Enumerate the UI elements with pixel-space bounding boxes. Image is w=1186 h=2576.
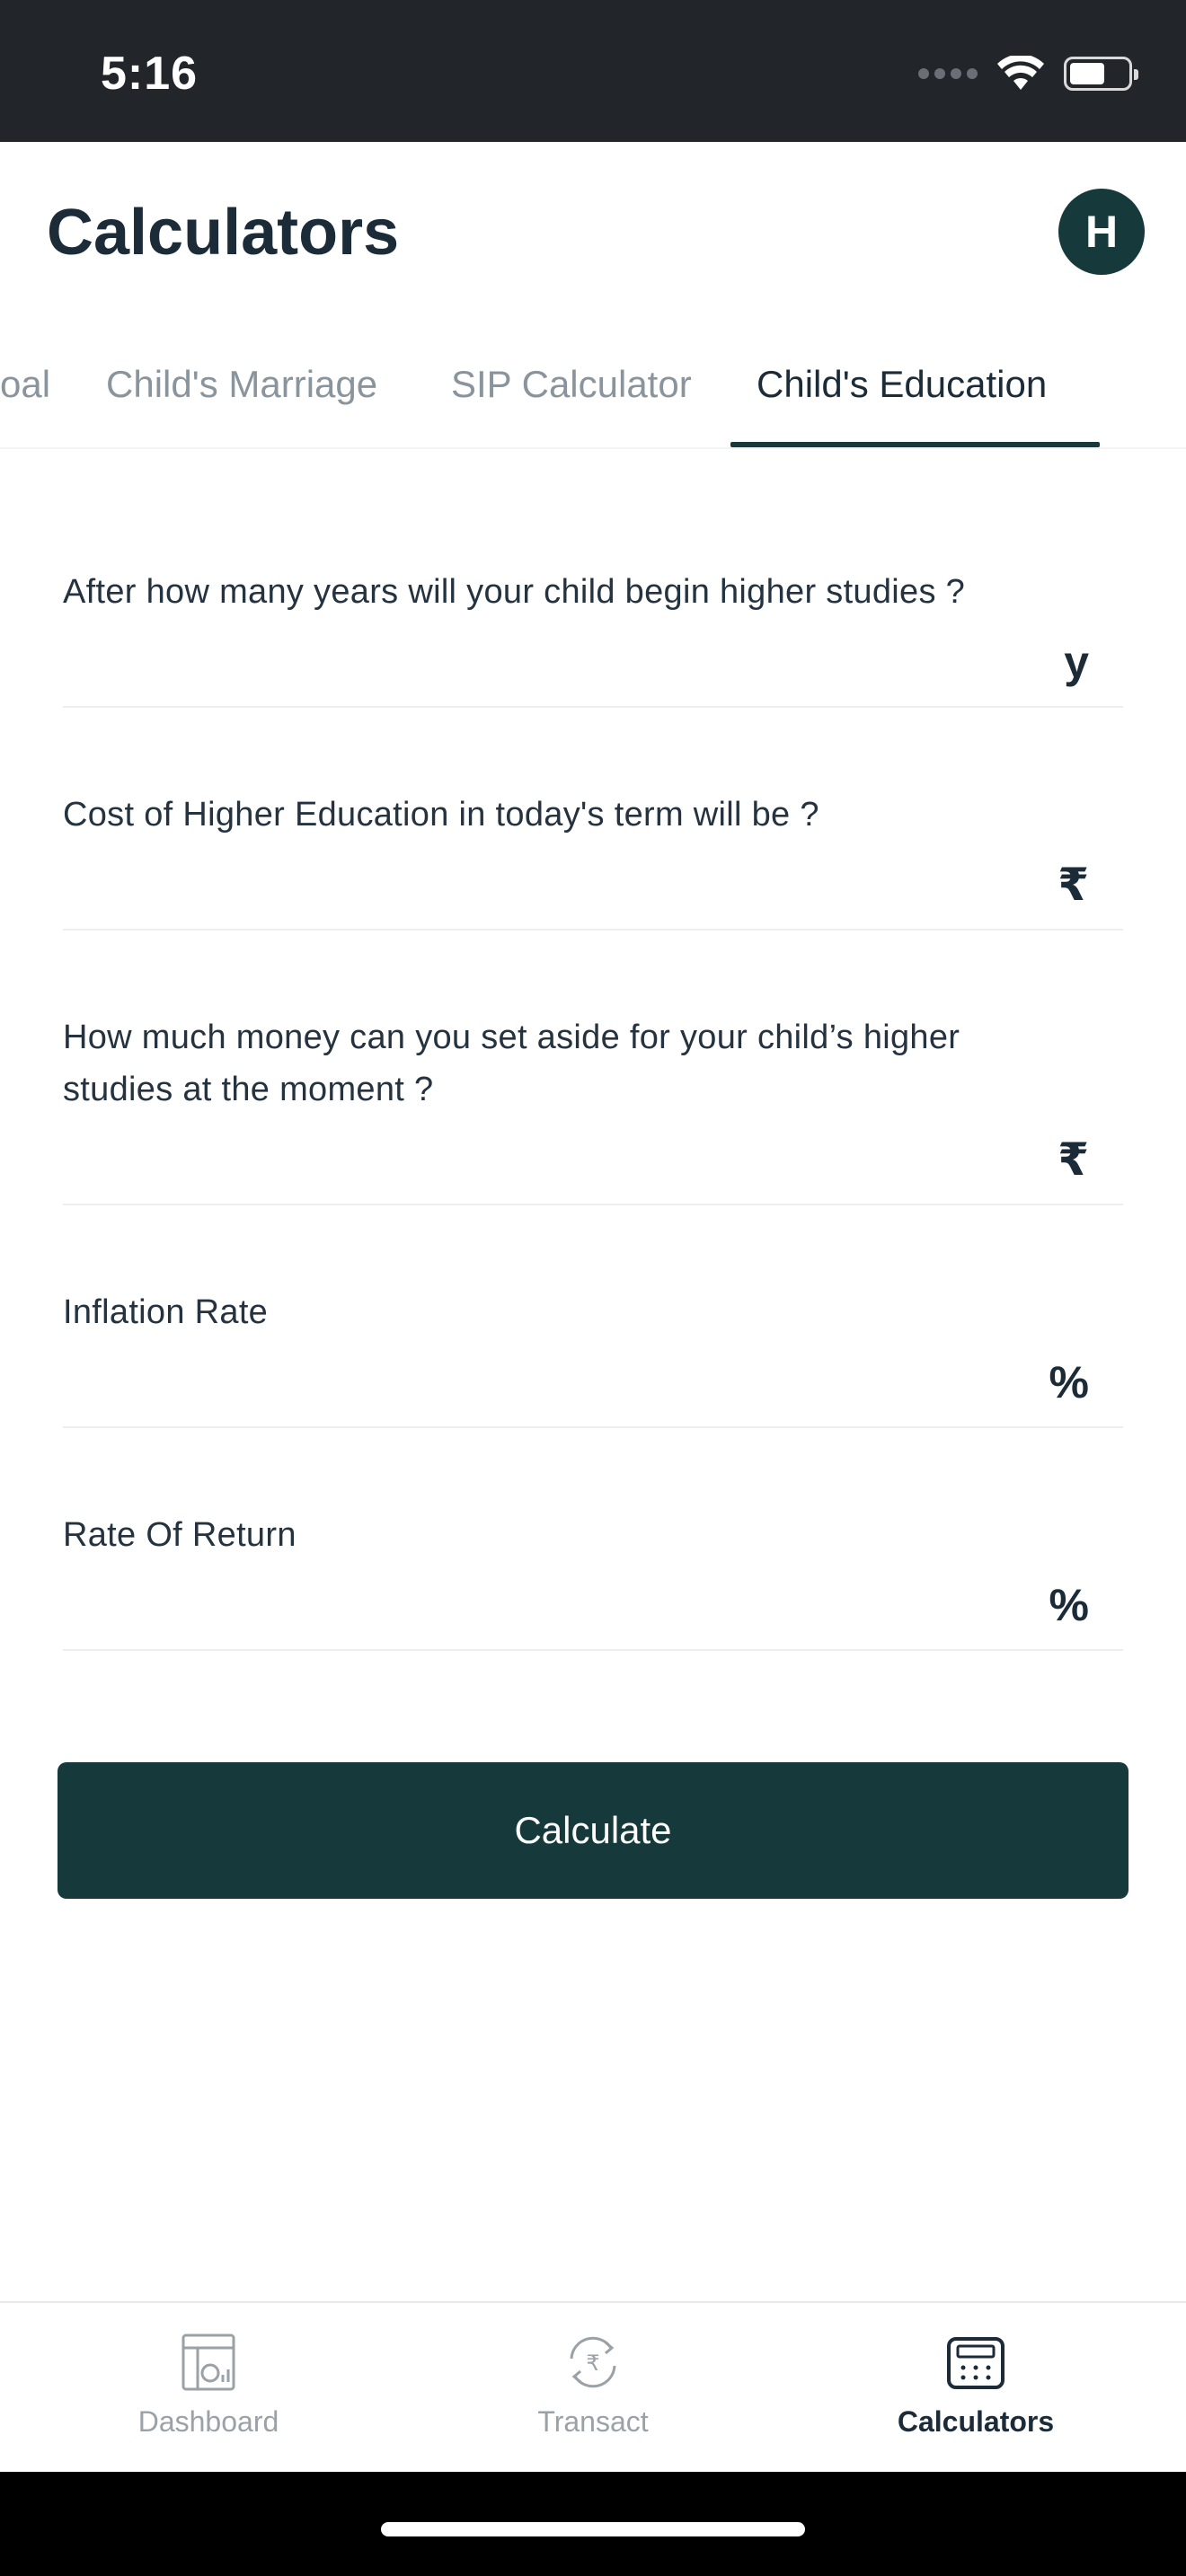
status-time: 5:16 xyxy=(101,48,199,100)
svg-text:₹: ₹ xyxy=(586,2351,599,2376)
field-label: Cost of Higher Education in today's term… xyxy=(63,796,819,834)
years-input[interactable] xyxy=(63,643,1042,697)
wifi-icon xyxy=(997,56,1044,90)
tab-goal[interactable]: oal xyxy=(0,350,50,446)
battery-icon xyxy=(1064,57,1138,91)
nav-label: Calculators xyxy=(897,2405,1055,2438)
calculator-tabs: oal Child's Marriage SIP Calculator Chil… xyxy=(0,350,1186,449)
bottom-navigation: Dashboard ₹ Transact Calculators xyxy=(0,2301,1186,2472)
field-label: Inflation Rate xyxy=(63,1293,269,1331)
status-icons xyxy=(918,56,1138,92)
calculate-button[interactable]: Calculate xyxy=(58,1762,1128,1899)
rate-of-return-field: Rate Of Return % xyxy=(63,1509,1123,1651)
savings-set-aside-field: How much money can you set aside for you… xyxy=(63,1011,1123,1205)
field-label: Rate Of Return xyxy=(63,1516,296,1554)
rupee-unit-label: ₹ xyxy=(1058,1134,1089,1185)
active-tab-indicator xyxy=(730,442,1100,447)
transact-icon: ₹ xyxy=(570,2336,616,2388)
tab-childs-education[interactable]: Child's Education xyxy=(757,350,1047,446)
rupee-unit-label: ₹ xyxy=(1058,860,1089,910)
percent-unit-label: % xyxy=(1049,1357,1089,1407)
field-label: After how many years will your child beg… xyxy=(63,573,966,611)
header: Calculators H oal Child's Marriage SIP C… xyxy=(0,142,1186,483)
inflation-rate-field: Inflation Rate % xyxy=(63,1286,1123,1428)
field-label: How much money can you set aside for you… xyxy=(63,1019,960,1108)
nav-label: Dashboard xyxy=(137,2405,279,2438)
page-title: Calculators xyxy=(47,197,400,269)
percent-unit-label: % xyxy=(1049,1580,1089,1630)
inflation-rate-input[interactable] xyxy=(63,1363,1042,1417)
years-until-higher-studies-field: After how many years will your child beg… xyxy=(63,566,1123,708)
avatar[interactable]: H xyxy=(1058,189,1145,275)
nav-item-dashboard[interactable]: Dashboard xyxy=(74,2330,343,2439)
tab-sip-calculator[interactable]: SIP Calculator xyxy=(451,350,692,446)
cost-input[interactable] xyxy=(63,866,1042,920)
dashboard-icon xyxy=(181,2333,235,2391)
cost-of-education-field: Cost of Higher Education in today's term… xyxy=(63,789,1123,931)
savings-input[interactable] xyxy=(63,1141,1042,1195)
years-unit-label: y xyxy=(1064,637,1089,687)
nav-label: Transact xyxy=(537,2405,649,2438)
nav-item-transact[interactable]: ₹ Transact xyxy=(458,2330,728,2439)
rate-of-return-input[interactable] xyxy=(63,1586,1042,1640)
cellular-signal-icon xyxy=(918,68,978,79)
home-bar-area xyxy=(0,2472,1186,2576)
nav-item-calculators[interactable]: Calculators xyxy=(841,2330,1111,2439)
status-bar: 5:16 xyxy=(0,0,1186,142)
tab-childs-marriage[interactable]: Child's Marriage xyxy=(106,350,377,446)
home-indicator[interactable] xyxy=(381,2522,805,2536)
calculator-icon xyxy=(947,2337,1005,2389)
